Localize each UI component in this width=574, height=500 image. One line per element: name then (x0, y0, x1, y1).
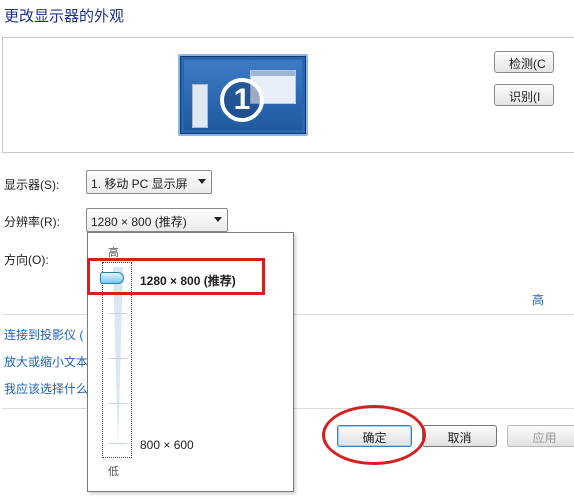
display-label: 显示器(S): (4, 178, 60, 192)
chevron-down-icon (214, 217, 222, 222)
slider-tick (109, 358, 127, 359)
which-settings-link[interactable]: 我应该选择什么 (4, 380, 87, 397)
connect-projector-link[interactable]: 连接到投影仪 ( (4, 326, 87, 343)
resolution-select-value: 1280 × 800 (推荐) (91, 215, 187, 229)
slider-tick (109, 313, 127, 314)
orientation-label: 方向(O): (4, 253, 49, 267)
display-select-value: 1. 移动 PC 显示屏 (91, 177, 188, 191)
slider-low-label: 低 (108, 466, 119, 478)
resolution-label: 分辨率(R): (4, 215, 60, 229)
monitor-number-badge: 1 (220, 78, 264, 122)
monitor-preview[interactable]: 1 (178, 54, 308, 136)
monitor-screen-icon: 1 (184, 60, 302, 130)
identify-button[interactable]: 识别(I (494, 84, 554, 106)
column-glyph-icon (192, 84, 208, 128)
highlight-rectangle (87, 258, 265, 295)
text-size-link[interactable]: 放大或缩小文本 (4, 353, 87, 370)
detect-button[interactable]: 检测(C (494, 51, 554, 73)
cancel-button[interactable]: 取消 (422, 425, 497, 447)
slider-tick (109, 403, 127, 404)
page-title: 更改显示器的外观 (4, 8, 125, 25)
slider-tick (109, 443, 127, 444)
advanced-settings-link[interactable]: 高 (532, 291, 544, 308)
resolution-select[interactable]: 1280 × 800 (推荐) (86, 208, 228, 232)
apply-button[interactable]: 应用 (507, 425, 574, 447)
resolution-option-lowest[interactable]: 800 × 600 (140, 438, 194, 452)
display-select[interactable]: 1. 移动 PC 显示屏 (86, 170, 212, 194)
highlight-ellipse (322, 405, 426, 465)
chevron-down-icon (198, 179, 206, 184)
